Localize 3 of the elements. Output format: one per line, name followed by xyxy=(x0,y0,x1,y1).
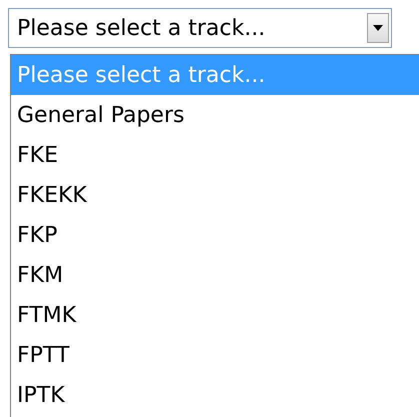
dropdown-button[interactable] xyxy=(367,13,389,43)
caret-icon xyxy=(373,25,383,31)
track-select[interactable]: Please select a track... xyxy=(8,8,392,48)
